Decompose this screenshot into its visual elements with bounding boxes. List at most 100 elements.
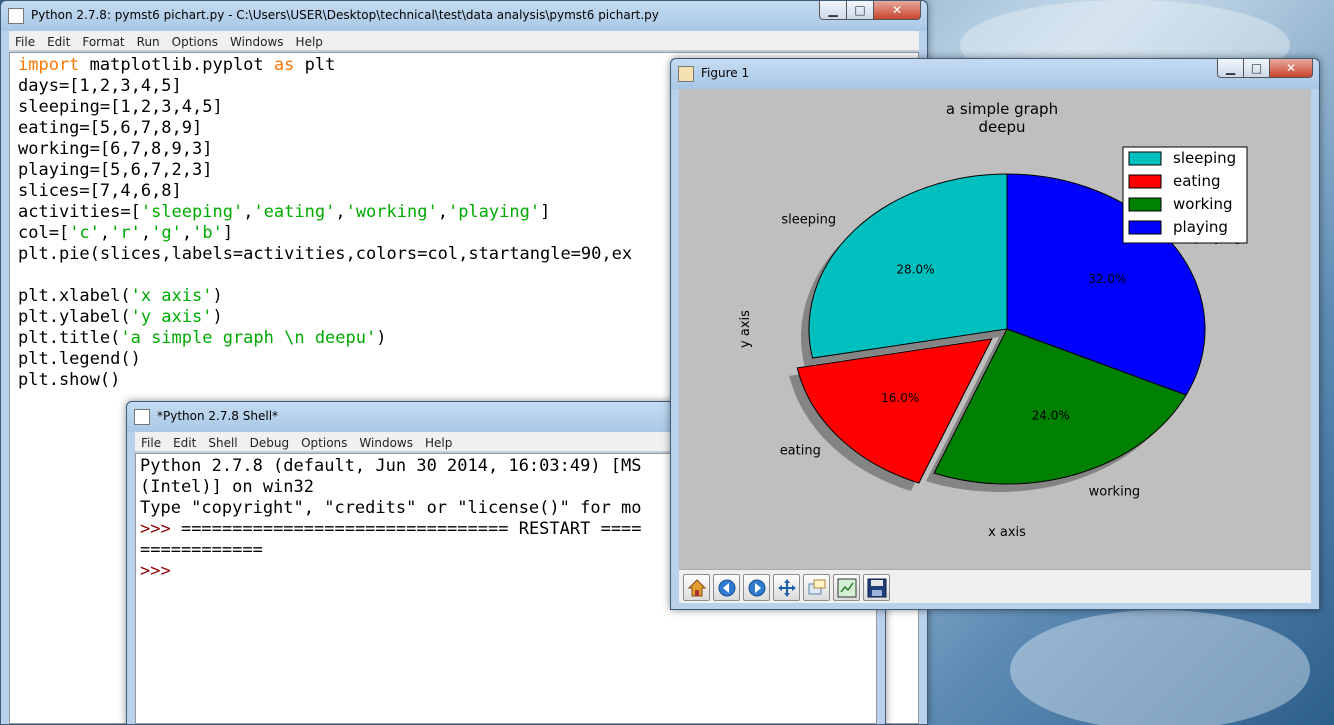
code-token: slices=[7,4,6,8] xyxy=(18,181,182,201)
shell-text: Type "copyright", "credits" or "license(… xyxy=(140,498,642,518)
code-token: 'b' xyxy=(192,223,223,243)
editor-menu-format[interactable]: Format xyxy=(76,32,130,52)
code-token: col=[ xyxy=(18,223,70,243)
legend-label-eating: eating xyxy=(1173,172,1221,190)
editor-menu-options[interactable]: Options xyxy=(166,32,224,52)
chart-legend: sleeping eating working playing xyxy=(1122,146,1248,244)
code-token: 'sleeping' xyxy=(140,202,244,222)
code-token: ) xyxy=(376,328,387,348)
code-token: 'playing' xyxy=(447,202,541,222)
code-token: plt.pie(slices,labels=activities,colors=… xyxy=(18,244,633,264)
code-token: ) xyxy=(212,307,223,327)
legend-label-playing: playing xyxy=(1173,218,1228,236)
code-token: ) xyxy=(212,286,223,306)
shell-menu-file[interactable]: File xyxy=(135,433,167,453)
home-icon xyxy=(687,579,707,597)
figure-app-icon xyxy=(678,66,694,82)
code-token: playing=[5,6,7,2,3] xyxy=(18,160,213,180)
close-button[interactable]: ✕ xyxy=(873,1,921,20)
pan-icon xyxy=(778,579,796,597)
code-token: 'r' xyxy=(110,223,141,243)
figure-canvas[interactable]: sleeping 28.0% eating 16.0% working 24.0% play… xyxy=(679,89,1311,569)
legend-swatch-playing xyxy=(1128,220,1162,235)
editor-menubar: File Edit Format Run Options Windows Help xyxy=(9,31,919,51)
editor-menu-file[interactable]: File xyxy=(9,32,41,52)
legend-swatch-sleeping xyxy=(1128,151,1162,166)
shell-menu-windows[interactable]: Windows xyxy=(353,433,419,453)
forward-icon xyxy=(748,579,766,597)
y-axis-label: y axis xyxy=(738,310,753,348)
figure-titlebar[interactable]: Figure 1 ▁ □ ✕ xyxy=(671,59,1319,89)
code-token: , xyxy=(335,202,346,222)
back-icon xyxy=(718,579,736,597)
shell-prompt: >>> xyxy=(140,561,181,581)
code-token: plt.xlabel( xyxy=(18,286,131,306)
zoom-button[interactable] xyxy=(803,574,830,601)
slice-percent-working: 24.0% xyxy=(1032,408,1070,422)
code-token: 'eating' xyxy=(253,202,336,222)
code-token: matplotlib.pyplot xyxy=(79,55,274,75)
slice-percent-eating: 16.0% xyxy=(881,391,919,405)
editor-menu-windows[interactable]: Windows xyxy=(224,32,290,52)
code-token: 'x axis' xyxy=(130,286,213,306)
code-token: activities=[ xyxy=(18,202,141,222)
code-token: plt.ylabel( xyxy=(18,307,131,327)
forward-button[interactable] xyxy=(743,574,770,601)
code-token: plt.title( xyxy=(18,328,121,348)
maximize-button[interactable]: □ xyxy=(846,1,874,20)
code-token: plt.legend() xyxy=(18,349,141,369)
code-token: 'c' xyxy=(69,223,100,243)
code-token: plt.show() xyxy=(18,370,121,390)
shell-menu-options[interactable]: Options xyxy=(295,433,353,453)
code-token: import xyxy=(18,55,80,75)
code-token: 'working' xyxy=(345,202,438,222)
slice-label-working: working xyxy=(1089,484,1141,499)
slice-label-eating: eating xyxy=(780,444,821,459)
pie-chart: sleeping 28.0% eating 16.0% working 24.0% play… xyxy=(738,100,1248,540)
code-token: days=[1,2,3,4,5] xyxy=(18,76,182,96)
home-button[interactable] xyxy=(683,574,710,601)
editor-menu-help[interactable]: Help xyxy=(290,32,329,52)
shell-title: *Python 2.7.8 Shell* xyxy=(157,409,279,423)
python-file-icon xyxy=(8,8,24,24)
shell-menu-debug[interactable]: Debug xyxy=(244,433,295,453)
save-icon xyxy=(867,578,887,598)
subplots-icon xyxy=(837,578,857,598)
editor-titlebar[interactable]: Python 2.7.8: pymst6 pichart.py - C:\Use… xyxy=(1,1,927,31)
desktop-wallpaper-shape xyxy=(1010,610,1310,725)
shell-menu-help[interactable]: Help xyxy=(419,433,458,453)
zoom-icon xyxy=(808,579,826,595)
code-token: eating=[5,6,7,8,9] xyxy=(18,118,203,138)
close-button[interactable]: ✕ xyxy=(1269,59,1313,78)
editor-menu-edit[interactable]: Edit xyxy=(41,32,76,52)
code-token: ] xyxy=(540,202,551,222)
shell-menu-edit[interactable]: Edit xyxy=(167,433,202,453)
legend-swatch-working xyxy=(1128,197,1162,212)
maximize-button[interactable]: □ xyxy=(1243,59,1270,78)
code-token: , xyxy=(181,223,193,243)
subplots-button[interactable] xyxy=(833,574,860,601)
shell-menu-shell[interactable]: Shell xyxy=(202,433,243,453)
pan-button[interactable] xyxy=(773,574,800,601)
editor-menu-run[interactable]: Run xyxy=(131,32,166,52)
code-token: working=[6,7,8,9,3] xyxy=(18,139,213,159)
shell-text: (Intel)] on win32 xyxy=(140,477,314,497)
back-button[interactable] xyxy=(713,574,740,601)
shell-text: ================================ RESTART… xyxy=(180,519,642,539)
code-token: 'y axis' xyxy=(130,307,213,327)
minimize-button[interactable]: ▁ xyxy=(819,1,847,20)
legend-label-working: working xyxy=(1173,195,1233,213)
slice-label-sleeping: sleeping xyxy=(781,212,836,227)
code-token: sleeping=[1,2,3,4,5] xyxy=(18,97,223,117)
chart-title-line: deepu xyxy=(978,118,1025,136)
chart-title-line: a simple graph xyxy=(946,100,1058,118)
save-button[interactable] xyxy=(863,574,890,601)
code-token: as xyxy=(273,55,295,75)
code-token: 'a simple graph \n deepu' xyxy=(120,328,377,348)
code-token: , xyxy=(243,202,254,222)
figure-title: Figure 1 xyxy=(701,66,750,80)
legend-label-sleeping: sleeping xyxy=(1173,149,1236,167)
slice-percent-playing: 32.0% xyxy=(1088,272,1126,286)
code-token: , xyxy=(140,223,152,243)
minimize-button[interactable]: ▁ xyxy=(1217,59,1244,78)
